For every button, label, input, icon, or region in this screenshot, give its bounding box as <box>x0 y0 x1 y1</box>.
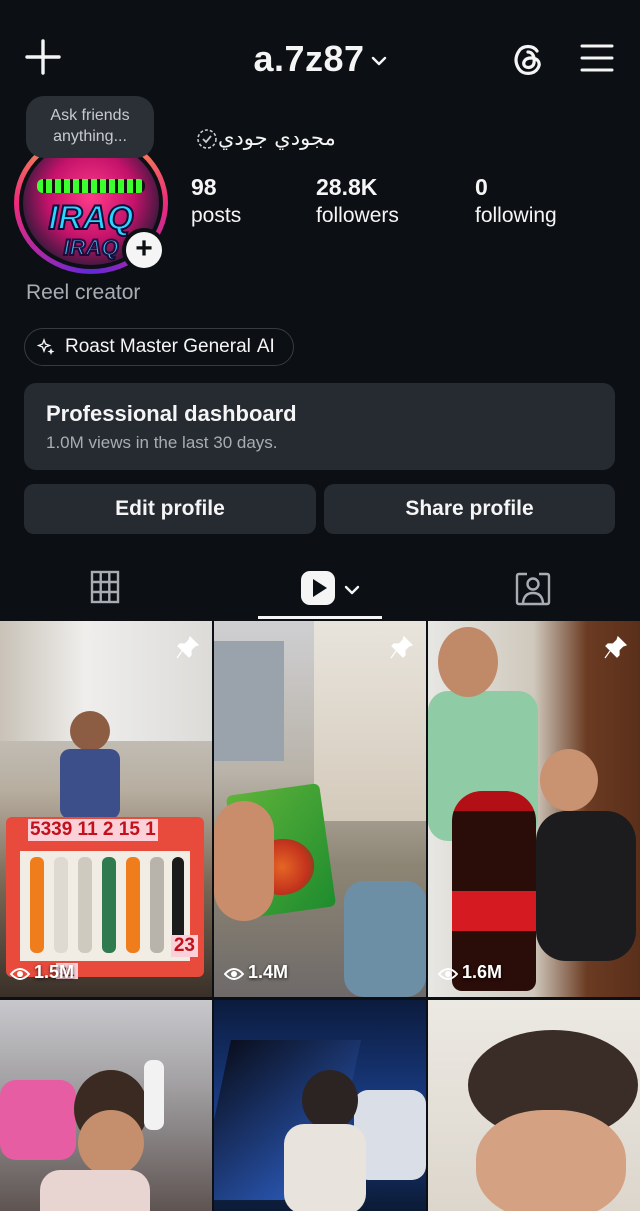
view-count: 1.6M <box>437 962 502 983</box>
hamburger-menu-icon[interactable] <box>578 40 616 76</box>
eye-icon <box>437 968 459 980</box>
dashboard-title: Professional dashboard <box>46 401 297 426</box>
display-name: مجودي جودي <box>190 126 336 150</box>
tab-tagged[interactable] <box>515 560 551 620</box>
ai-character-chip[interactable]: Roast Master General AI <box>24 328 294 366</box>
pin-icon <box>604 635 628 659</box>
add-story-button[interactable]: + <box>122 228 166 272</box>
sparkle-ai-icon <box>37 338 55 355</box>
plus-icon: + <box>126 232 162 268</box>
chevron-down-icon <box>345 585 360 595</box>
tab-reels[interactable] <box>300 560 370 620</box>
ai-chip-label: Roast Master General <box>65 336 251 357</box>
tagged-person-icon <box>515 572 551 606</box>
threads-badge-icon <box>197 129 217 149</box>
eye-icon <box>223 968 245 980</box>
eye-icon <box>9 968 31 980</box>
reels-grid: 5339 11 2 15 1 23 31 1.5M 1.4M 1.6M <box>0 621 640 1211</box>
note-text: Ask friends anything... <box>50 107 130 145</box>
grid-icon <box>90 570 120 604</box>
reel-thumbnail[interactable] <box>428 1000 640 1211</box>
board-numbers: 5339 11 2 15 1 <box>28 819 158 841</box>
professional-dashboard-card[interactable]: Professional dashboard 1.0M views in the… <box>24 383 615 470</box>
reel-thumbnail[interactable]: 1.6M <box>428 621 640 997</box>
followers-stat[interactable]: 28.8K followers <box>316 174 399 228</box>
following-stat[interactable]: 0 following <box>475 174 557 228</box>
username-label: a.7z87 <box>253 38 365 79</box>
reel-thumbnail[interactable]: 1.4M <box>214 621 426 997</box>
note-bubble[interactable]: Ask friends anything... <box>26 96 154 158</box>
dashboard-subtitle: 1.0M views in the last 30 days. <box>46 433 278 452</box>
reel-thumbnail[interactable] <box>214 1000 426 1211</box>
posts-stat[interactable]: 98 posts <box>191 174 241 228</box>
active-tab-indicator <box>258 616 382 619</box>
ai-suffix: AI <box>256 336 275 357</box>
pin-icon <box>390 635 414 659</box>
bio-category: Reel creator <box>26 281 141 304</box>
share-profile-button[interactable]: Share profile <box>324 484 615 534</box>
view-count: 1.4M <box>223 962 288 983</box>
chevron-down-icon <box>371 57 386 66</box>
pin-icon <box>176 635 200 659</box>
reel-thumbnail[interactable]: 5339 11 2 15 1 23 31 1.5M <box>0 621 212 997</box>
edit-profile-button[interactable]: Edit profile <box>24 484 316 534</box>
price-tag: 23 <box>170 935 198 957</box>
threads-icon[interactable] <box>508 38 548 80</box>
tab-posts-grid[interactable] <box>90 560 124 620</box>
reels-play-icon <box>301 571 335 605</box>
view-count: 1.5M <box>9 962 74 983</box>
reel-thumbnail[interactable] <box>0 1000 212 1211</box>
